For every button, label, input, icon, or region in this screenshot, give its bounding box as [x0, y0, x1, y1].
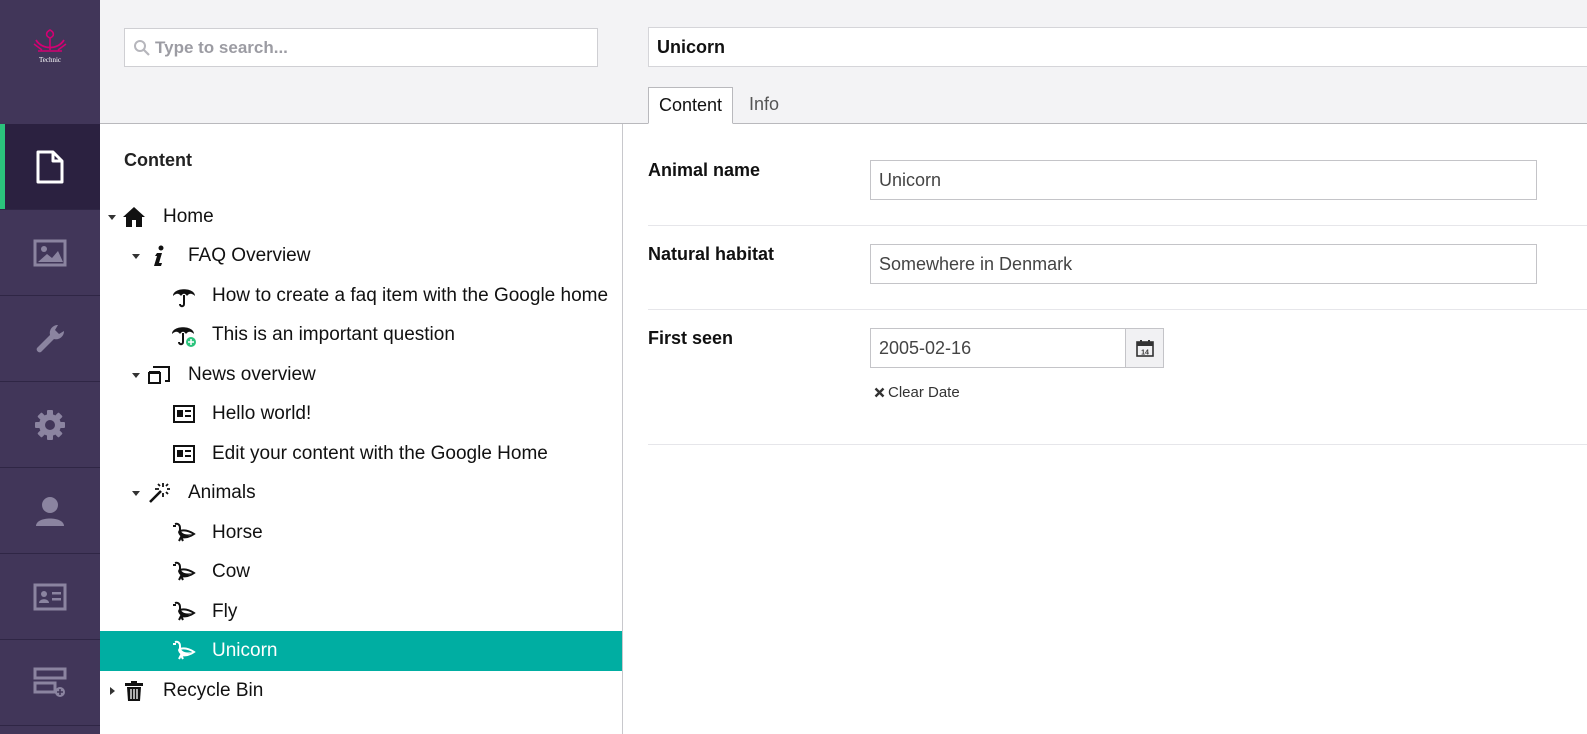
node-name-input[interactable]	[648, 27, 1587, 67]
newspaper-icon	[171, 441, 197, 467]
tree-node-label: Hello world!	[212, 403, 312, 424]
calendar-button[interactable]: 14	[1125, 328, 1164, 368]
tree-node-news-item[interactable]: Edit your content with the Google Home	[100, 434, 622, 474]
tree-node-label: Unicorn	[212, 640, 278, 661]
tree-node-label: This is an important question	[212, 324, 455, 345]
bird-icon	[171, 638, 197, 664]
search-input[interactable]	[125, 29, 597, 66]
tree-header	[100, 0, 623, 124]
tree-node-label: News overview	[188, 364, 316, 385]
property-label: First seen	[648, 328, 734, 348]
section-settings[interactable]	[0, 296, 100, 382]
caret-down-icon[interactable]	[106, 211, 118, 223]
first-seen-date-field[interactable]	[870, 328, 1126, 368]
tree-panel: Content Home FAQ Overview How to create …	[100, 0, 623, 734]
tree-node-faq-item[interactable]: This is an important question	[100, 315, 622, 355]
clear-date-link[interactable]: Clear Date	[874, 384, 960, 401]
clear-date-label: Clear Date	[888, 384, 960, 401]
editor-header: Content Info	[623, 0, 1587, 124]
logo[interactable]: Technic	[0, 0, 100, 124]
wand-icon	[146, 480, 172, 506]
tree-node-label: FAQ Overview	[188, 245, 311, 266]
tree-node-label: Home	[163, 206, 214, 227]
tab-content[interactable]: Content	[648, 87, 734, 124]
tree-node-news-overview[interactable]: News overview	[100, 355, 622, 395]
tree-title: Content	[124, 150, 192, 170]
section-content[interactable]	[0, 124, 100, 210]
section-members[interactable]	[0, 554, 100, 640]
search-box[interactable]	[124, 28, 598, 67]
tree-node-label: Cow	[212, 561, 251, 582]
bird-icon	[171, 559, 197, 585]
tree-node-label: Animals	[188, 482, 256, 503]
caret-right-icon[interactable]	[106, 685, 118, 697]
caret-down-icon[interactable]	[130, 250, 142, 262]
info-icon	[146, 243, 172, 269]
animal-name-field[interactable]	[870, 160, 1537, 200]
property-animal-name: Animal name	[648, 160, 1587, 226]
bird-icon	[171, 599, 197, 625]
calendar-icon: 14	[1135, 340, 1154, 357]
newspaper-icon	[171, 401, 197, 427]
tree-node-animal[interactable]: Fly	[100, 592, 622, 632]
tree-node-animals[interactable]: Animals	[100, 473, 622, 513]
property-label: Animal name	[648, 160, 761, 180]
tree-node-news-item[interactable]: Hello world!	[100, 394, 622, 434]
tree-node-label: Edit your content with the Google Home	[212, 443, 548, 464]
search-icon	[134, 40, 150, 56]
document-icon	[36, 150, 64, 183]
close-icon	[874, 387, 885, 398]
tree-node-animal[interactable]: Cow	[100, 552, 622, 592]
tree-node-label: Horse	[212, 522, 263, 543]
tree-node-label: Recycle Bin	[163, 680, 264, 701]
section-media[interactable]	[0, 210, 100, 296]
gear-icon	[35, 409, 65, 440]
property-first-seen: First seen 14 Clear Date	[648, 328, 1587, 445]
user-icon	[36, 496, 64, 526]
tree-node-recycle-bin[interactable]: Recycle Bin	[100, 671, 622, 711]
calendar-day: 14	[1141, 350, 1149, 357]
logo-text: Technic	[39, 56, 61, 64]
contact-card-icon	[33, 583, 67, 610]
home-icon	[121, 204, 147, 230]
tree-node-faq-item[interactable]: How to create a faq item with the Google…	[100, 276, 622, 316]
tree-node-home[interactable]: Home	[100, 197, 622, 237]
add-form-icon	[33, 667, 67, 697]
app-sidebar: Technic	[0, 0, 100, 734]
section-developer[interactable]	[0, 382, 100, 468]
caret-down-icon[interactable]	[130, 369, 142, 381]
wrench-icon	[36, 324, 65, 352]
tree-node-animal-selected[interactable]: Unicorn	[100, 631, 622, 671]
umbrella-icon	[171, 322, 197, 348]
tab-info[interactable]: Info	[739, 87, 789, 124]
image-icon	[33, 239, 67, 266]
editor-panel: Content Info Animal name Natural habitat…	[623, 0, 1587, 734]
property-label: Natural habitat	[648, 244, 775, 264]
tree-node-animal[interactable]: Horse	[100, 513, 622, 553]
tree-node-label: Fly	[212, 601, 238, 622]
tree-node-faq-overview[interactable]: FAQ Overview	[100, 236, 622, 276]
property-natural-habitat: Natural habitat	[648, 244, 1587, 310]
logo-icon: Technic	[33, 29, 67, 64]
natural-habitat-field[interactable]	[870, 244, 1537, 284]
caret-down-icon[interactable]	[130, 487, 142, 499]
umbrella-icon	[171, 283, 197, 309]
section-forms[interactable]	[0, 640, 100, 726]
bird-icon	[171, 520, 197, 546]
window-icon	[146, 362, 172, 388]
trash-icon	[121, 678, 147, 704]
section-users[interactable]	[0, 468, 100, 554]
tree-node-label: How to create a faq item with the Google…	[212, 285, 609, 306]
